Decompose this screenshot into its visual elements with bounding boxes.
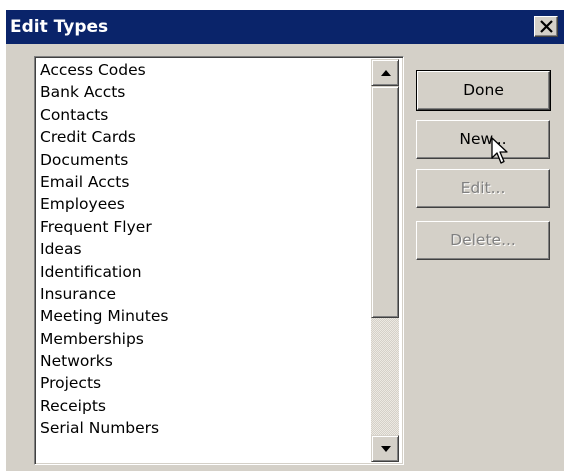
list-item[interactable]: Frequent Flyer — [40, 216, 368, 238]
list-item[interactable]: Ideas — [40, 238, 368, 260]
delete-button[interactable]: Delete... — [416, 221, 550, 260]
done-button[interactable]: Done — [416, 70, 551, 111]
new-button[interactable]: New... — [416, 120, 550, 159]
edit-types-dialog: Edit Types Access Codes Bank Accts Contact… — [5, 9, 564, 471]
scroll-down-arrow-icon — [381, 446, 391, 452]
scroll-up-arrow-icon — [381, 70, 391, 76]
types-listbox[interactable]: Access Codes Bank Accts Contacts Credit Car… — [34, 56, 404, 465]
list-item[interactable]: Insurance — [40, 283, 368, 305]
list-item[interactable]: Access Codes — [40, 59, 368, 81]
scroll-down-button[interactable] — [371, 435, 399, 462]
list-item[interactable]: Contacts — [40, 104, 368, 126]
edit-button[interactable]: Edit... — [416, 169, 550, 208]
types-list: Access Codes Bank Accts Contacts Credit Car… — [40, 59, 368, 440]
list-item[interactable]: Networks — [40, 350, 368, 372]
scroll-thumb[interactable] — [371, 86, 399, 318]
close-icon — [540, 20, 553, 33]
list-item[interactable]: Receipts — [40, 395, 368, 417]
list-item[interactable]: Identification — [40, 261, 368, 283]
list-item[interactable]: Employees — [40, 193, 368, 215]
dialog-title: Edit Types — [10, 17, 109, 37]
list-item[interactable]: Projects — [40, 372, 368, 394]
list-item[interactable]: Meeting Minutes — [40, 305, 368, 327]
scroll-up-button[interactable] — [371, 59, 399, 86]
list-item[interactable]: Serial Numbers — [40, 417, 368, 439]
list-item[interactable]: Bank Accts — [40, 81, 368, 103]
list-item[interactable]: Email Accts — [40, 171, 368, 193]
title-bar[interactable]: Edit Types — [6, 10, 564, 44]
list-item[interactable]: Memberships — [40, 328, 368, 350]
vertical-scrollbar[interactable] — [371, 59, 399, 462]
list-item[interactable]: Documents — [40, 149, 368, 171]
list-item[interactable]: Credit Cards — [40, 126, 368, 148]
close-button[interactable] — [534, 16, 558, 37]
mouse-pointer-icon — [491, 137, 508, 164]
